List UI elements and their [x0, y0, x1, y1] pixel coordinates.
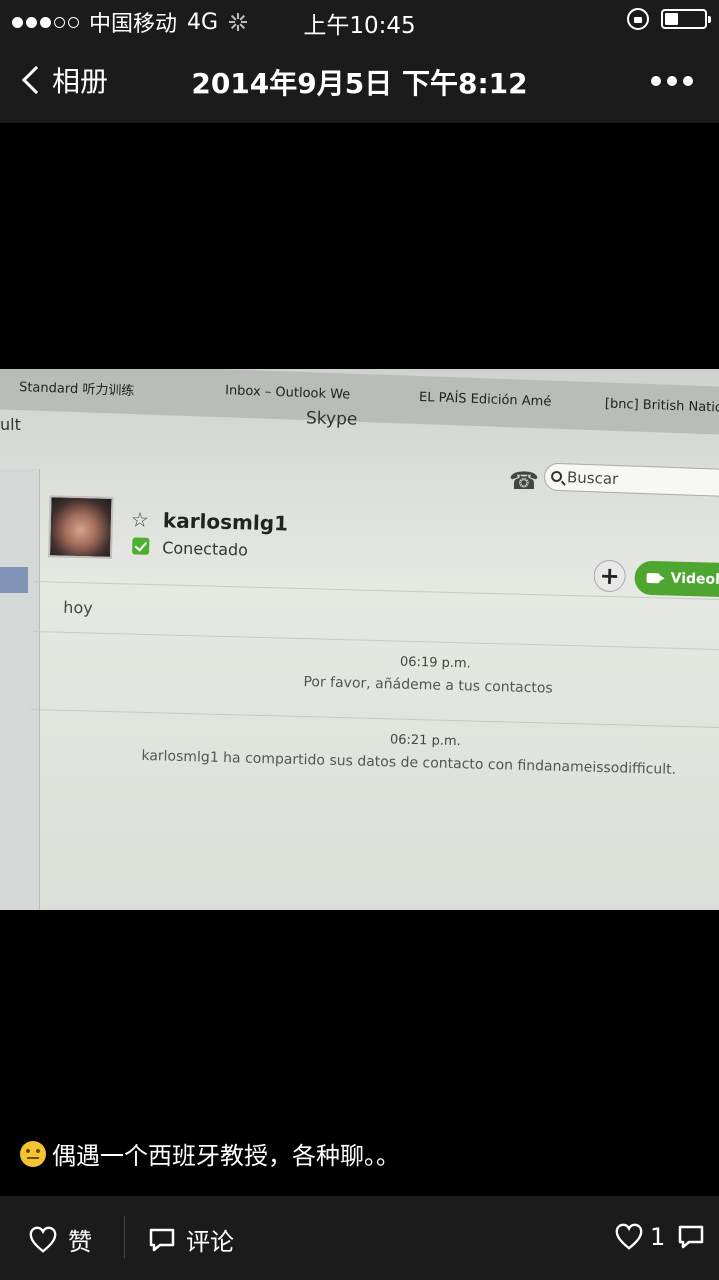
- like-count: 1: [650, 1223, 666, 1251]
- contact-header: ☆ karlosmlg1 Conectado + Videolla: [37, 479, 719, 598]
- photo[interactable]: Standard 听力训练 Inbox – Outlook We EL PAÍS…: [0, 369, 719, 910]
- toolbar-divider: [124, 1216, 125, 1258]
- add-button: +: [593, 559, 627, 593]
- avatar: [47, 495, 114, 559]
- rotation-lock-icon: [627, 8, 649, 30]
- caption-text: 偶遇一个西班牙教授，各种聊。。: [52, 1142, 400, 1170]
- status-right: [627, 8, 711, 30]
- like-label: 赞: [68, 1228, 92, 1256]
- page-title: 2014年9月5日 下午8:12: [191, 67, 528, 100]
- comment-icon: [149, 1228, 175, 1251]
- browser-tab: Standard 听力训练: [18, 380, 135, 400]
- browser-tab: EL PAÍS Edición Amé: [418, 389, 552, 410]
- ellipsis-icon: [651, 76, 661, 86]
- heart-icon: [29, 1226, 57, 1253]
- heart-outline-icon: [615, 1223, 643, 1250]
- video-call-label: Videolla: [670, 570, 719, 589]
- video-call-button: Videolla: [634, 560, 719, 598]
- more-button[interactable]: [651, 76, 693, 86]
- star-icon: ☆: [130, 507, 150, 532]
- comment-label: 评论: [186, 1228, 234, 1256]
- browser-tab: Inbox – Outlook We: [224, 383, 351, 403]
- comment-count-icon: [679, 1225, 704, 1249]
- video-camera-icon: [646, 572, 660, 584]
- search-icon: [550, 470, 563, 483]
- status-bar: 中国移动 4G 上午10:45: [0, 0, 719, 40]
- chat-area: hoy 06:19 p.m. Por favor, añádeme a tus …: [25, 581, 719, 910]
- browser-tab-strip: Standard 听力训练 Inbox – Outlook We EL PAÍS…: [0, 369, 719, 436]
- sidebar-selection: [0, 567, 28, 593]
- photo-caption: 偶遇一个西班牙教授，各种聊。。: [20, 1136, 400, 1171]
- online-status-icon: [132, 537, 150, 555]
- message-text: karlosmlg1 ha compartido sus datos de co…: [141, 747, 677, 778]
- message-time: 06:21 p.m.: [389, 732, 461, 750]
- thinking-emoji-icon: [20, 1140, 46, 1167]
- nav-bar: 相册 2014年9月5日 下午8:12: [0, 40, 719, 123]
- left-partial-text: ult: [0, 415, 21, 434]
- contact-status: Conectado: [161, 538, 249, 560]
- battery-icon: [661, 9, 711, 29]
- like-button[interactable]: 赞: [28, 1222, 92, 1257]
- window-title: Skype: [305, 408, 358, 430]
- message-time: 06:19 p.m.: [399, 654, 471, 672]
- bottom-toolbar: 赞 评论 1: [0, 1196, 719, 1280]
- contact-name: karlosmlg1: [162, 508, 289, 536]
- like-count-button[interactable]: 1: [614, 1222, 705, 1252]
- browser-tab: [bnc] British Nation: [604, 396, 719, 416]
- status-time: 上午10:45: [303, 13, 416, 39]
- comment-button[interactable]: 评论: [148, 1222, 234, 1257]
- day-label: hoy: [63, 597, 93, 618]
- message-text: Por favor, añádeme a tus contactos: [303, 674, 553, 697]
- search-placeholder: Buscar: [566, 468, 619, 489]
